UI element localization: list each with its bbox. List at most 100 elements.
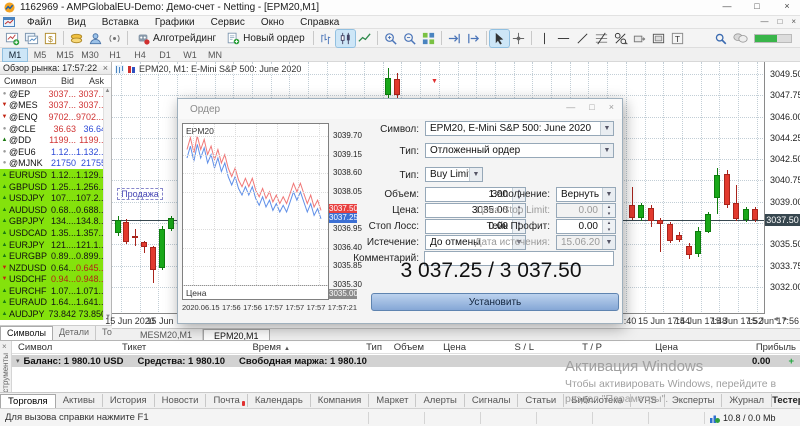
horizontal-line-tool-icon[interactable] xyxy=(554,30,573,47)
trade-column-Объем[interactable]: Объем xyxy=(386,342,428,353)
zoom-in-icon[interactable] xyxy=(381,30,400,47)
maximize-icon[interactable]: □ xyxy=(750,1,764,11)
dialog-close-icon[interactable]: × xyxy=(609,102,614,112)
collapse-icon[interactable]: ▾ xyxy=(16,357,20,365)
market-row-AUDJPY[interactable]: ▲AUDJPY73.84273.850 xyxy=(0,308,111,320)
menu-item-Справка[interactable]: Справка xyxy=(292,17,347,28)
symbol-select[interactable]: EPM20, E-Mini S&P 500: June 2020 ▼ xyxy=(425,121,614,136)
market-row-AUDUSD[interactable]: ▲AUDUSD0.68...0.688... xyxy=(0,204,111,216)
new-order-button[interactable]: Новый ордер xyxy=(221,30,310,47)
market-row-@MJNK[interactable]: ●@MJNK2175021755 xyxy=(0,158,111,170)
close-icon[interactable]: × xyxy=(780,1,794,11)
trade-column-Прибыль[interactable]: Прибыль xyxy=(682,342,800,353)
algo-trading-button[interactable]: Алготрейдинг xyxy=(131,30,221,47)
cursor-icon[interactable] xyxy=(490,30,509,47)
market-watch-close-icon[interactable]: × xyxy=(103,63,108,73)
signals-icon[interactable] xyxy=(105,30,124,47)
toolbox-tab-Маркет[interactable]: Маркет xyxy=(369,394,416,407)
insert-objects-icon[interactable] xyxy=(630,30,649,47)
market-row-EURUSD[interactable]: ▲EURUSD1.12...1.129... xyxy=(0,169,111,181)
toolbox-tab-VPS[interactable]: VPS xyxy=(631,394,665,407)
market-row-GBPUSD[interactable]: ▲GBPUSD1.25...1.256... xyxy=(0,181,111,193)
new-chart-icon[interactable] xyxy=(3,30,22,47)
text-tool-icon[interactable]: T xyxy=(668,30,687,47)
market-row-@ENQ[interactable]: ▼@ENQ9702...9702.... xyxy=(0,111,111,123)
timeframe-D1[interactable]: D1 xyxy=(153,49,177,61)
market-row-@EU6[interactable]: ●@EU61.12...1.132... xyxy=(0,146,111,158)
history-quotes-icon[interactable] xyxy=(67,30,86,47)
accounts-icon[interactable] xyxy=(86,30,105,47)
timeframe-M30[interactable]: M30 xyxy=(78,49,102,61)
dialog-minimize-icon[interactable]: — xyxy=(566,102,575,112)
line-chart-mode-icon[interactable] xyxy=(355,30,374,47)
menu-item-Сервис[interactable]: Сервис xyxy=(203,17,253,28)
trendline-tool-icon[interactable] xyxy=(573,30,592,47)
candlestick-mode-icon[interactable] xyxy=(336,30,355,47)
dialog-maximize-icon[interactable]: □ xyxy=(589,102,594,112)
trade-column-Тикет[interactable]: Тикет xyxy=(116,342,210,353)
timeframe-H4[interactable]: H4 xyxy=(128,49,152,61)
menu-item-Графики[interactable]: Графики xyxy=(147,17,203,28)
column-ask[interactable]: Ask xyxy=(74,76,106,86)
toolbox-tab-Календарь[interactable]: Календарь xyxy=(248,394,311,407)
column-symbol[interactable]: Символ xyxy=(0,76,44,86)
chevron-down-icon[interactable]: ▼ xyxy=(602,188,615,201)
tile-windows-icon[interactable] xyxy=(419,30,438,47)
market-row-@MES[interactable]: ▼@MES3037...3037... xyxy=(0,100,111,112)
menu-item-Вставка[interactable]: Вставка xyxy=(94,17,147,28)
market-row-GBPJPY[interactable]: ▲GBPJPY134....134.8... xyxy=(0,216,111,228)
order-dialog-titlebar[interactable]: Ордер — □ × xyxy=(178,99,622,119)
auto-scroll-icon[interactable] xyxy=(445,30,464,47)
trade-column-T / P[interactable]: T / P xyxy=(538,342,606,353)
market-row-USDCAD[interactable]: ▲USDCAD1.35...1.357... xyxy=(0,227,111,239)
spin-up-icon[interactable]: ▴ xyxy=(603,220,615,227)
price-axis[interactable]: 3049.503047.753046.003044.253042.503040.… xyxy=(768,62,800,314)
market-watch-tab-Детали[interactable]: Детали xyxy=(53,326,96,340)
chart-tab-MESM20,M1[interactable]: MESM20,M1 xyxy=(130,329,203,340)
crosshair-icon[interactable] xyxy=(509,30,528,47)
trade-column-S / L[interactable]: S / L xyxy=(470,342,538,353)
menu-item-Окно[interactable]: Окно xyxy=(253,17,292,28)
market-row-EURGBP[interactable]: ▲EURGBP0.89...0.899... xyxy=(0,250,111,262)
market-row-USDCHF[interactable]: ▼USDCHF0.94...0.948... xyxy=(0,274,111,286)
minimize-icon[interactable]: — xyxy=(720,1,734,11)
toolbox-tab-Статьи[interactable]: Статьи xyxy=(518,394,564,407)
vertical-line-tool-icon[interactable] xyxy=(535,30,554,47)
chevron-down-icon[interactable]: ▼ xyxy=(469,168,482,181)
toolbox-tab-Журнал[interactable]: Журнал xyxy=(722,394,772,407)
fill-policy-select[interactable]: Вернуть ▼ xyxy=(556,187,616,202)
timeframe-MN[interactable]: MN xyxy=(203,49,227,61)
toolbox-tab-Алерты[interactable]: Алерты xyxy=(416,394,464,407)
market-row-USDJPY[interactable]: ▲USDJPY107....107.2... xyxy=(0,192,111,204)
trade-column-Цена[interactable]: Цена xyxy=(428,342,470,353)
timeframe-W1[interactable]: W1 xyxy=(178,49,202,61)
market-row-EURJPY[interactable]: ▲EURJPY121....121.1... xyxy=(0,239,111,251)
trade-column-Символ[interactable]: Символ xyxy=(12,342,116,353)
zoom-out-icon[interactable] xyxy=(400,30,419,47)
toolbox-close-icon[interactable]: × xyxy=(2,342,7,351)
take-profit-stepper[interactable]: 0.00 ▴▾ xyxy=(556,219,616,234)
toolbox-tab-Сигналы[interactable]: Сигналы xyxy=(465,394,519,407)
search-icon[interactable] xyxy=(714,32,727,45)
market-watch-scrollbar[interactable]: ▲ ▼ xyxy=(103,88,111,320)
mdi-restore-icon[interactable]: □ xyxy=(777,17,782,26)
column-bid[interactable]: Bid xyxy=(44,76,74,86)
bar-chart-mode-icon[interactable] xyxy=(317,30,336,47)
pending-type-select[interactable]: Buy Limit ▼ xyxy=(425,167,483,182)
chevron-down-icon[interactable]: ▼ xyxy=(600,144,613,157)
timeframe-M5[interactable]: M5 xyxy=(28,49,52,61)
chart-tab-EPM20,M1[interactable]: EPM20,M1 xyxy=(203,329,270,340)
timeframe-H1[interactable]: H1 xyxy=(103,49,127,61)
market-row-NZDUSD[interactable]: ▼NZDUSD0.64...0.645... xyxy=(0,262,111,274)
trade-column-Время[interactable]: Время▲ xyxy=(210,342,294,353)
toolbox-tab-Торговля[interactable]: Торговля xyxy=(0,394,56,408)
trade-column-Тип[interactable]: Тип xyxy=(294,342,386,353)
market-row-EURAUD[interactable]: ▲EURAUD1.64...1.641... xyxy=(0,297,111,309)
shapes-tool-icon[interactable] xyxy=(611,30,630,47)
market-watch-icon[interactable]: $ xyxy=(41,30,60,47)
community-chat-icon[interactable] xyxy=(733,32,748,44)
toolbox-tab-Активы[interactable]: Активы xyxy=(56,394,103,407)
trade-column-Цена[interactable]: Цена xyxy=(606,342,682,353)
toolbox-tab-История[interactable]: История xyxy=(103,394,155,407)
profiles-icon[interactable] xyxy=(22,30,41,47)
